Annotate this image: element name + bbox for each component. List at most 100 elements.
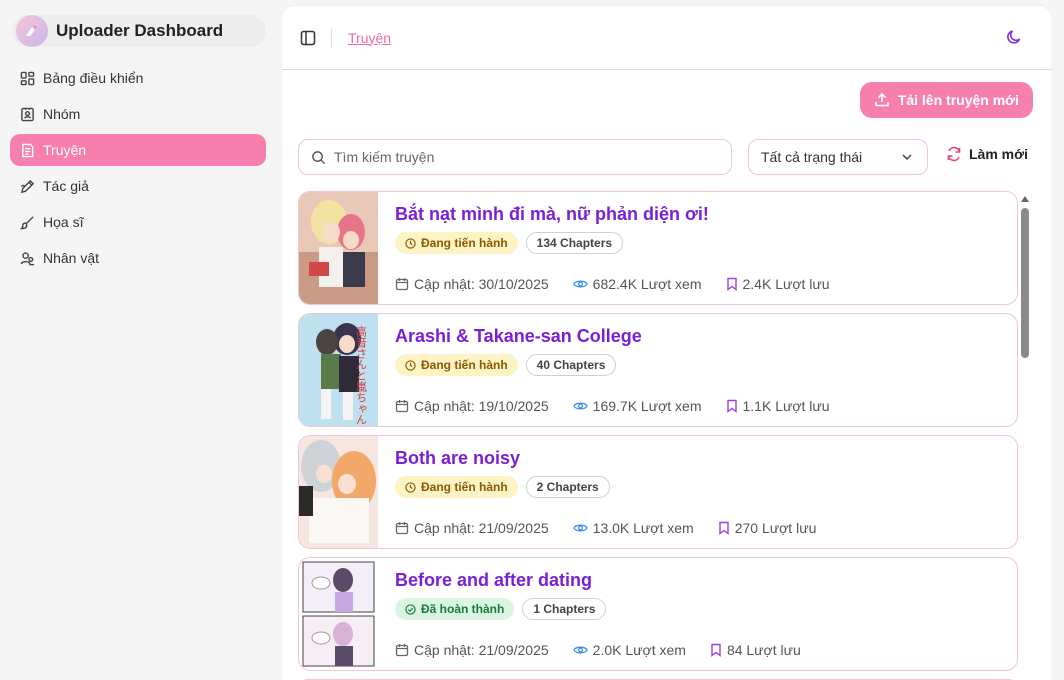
updated-text: Cập nhật: 21/09/2025 [414,642,549,658]
story-cover[interactable] [299,558,378,670]
scroll-up-arrow[interactable] [1021,196,1029,202]
story-meta: Cập nhật: 21/09/2025 13.0K Lượt xem 270 … [395,520,840,536]
window-gutter [1051,0,1064,680]
upload-button-label: Tải lên truyện mới [897,92,1019,108]
calendar-icon [395,521,409,535]
story-title[interactable]: Arashi & Takane-san College [395,326,642,347]
story-meta: Cập nhật: 30/10/2025 682.4K Lượt xem 2.4… [395,276,854,292]
story-cover[interactable] [299,192,378,304]
bookmark-icon [726,399,738,413]
status-text: Đang tiến hành [421,480,508,494]
sidebar-item-characters[interactable]: Nhân vật [10,242,266,274]
sidebar-item-groups[interactable]: Nhóm [10,98,266,130]
chevron-down-icon [902,154,912,161]
story-meta: Cập nhật: 21/09/2025 2.0K Lượt xem 84 Lư… [395,642,825,658]
clock-icon [405,237,416,249]
chapters-badge: 40 Chapters [525,354,617,376]
sidebar-item-label: Họa sĩ [43,214,84,230]
story-badges: Đang tiến hành 134 Chapters [395,232,631,254]
status-badge: Đã hoàn thành [395,598,515,620]
sidebar-item-dashboard[interactable]: Bảng điều khiển [10,62,266,94]
status-select-value: Tất cả trạng thái [761,149,863,165]
story-card[interactable]: Before and after dating Đã hoàn thành 1 … [298,557,1018,671]
brush-icon [19,214,35,230]
brand[interactable]: Uploader Dashboard [12,15,266,47]
divider [331,28,332,47]
search-icon [312,150,326,164]
view-count: 2.0K Lượt xem [572,642,686,658]
book-icon [19,142,35,158]
sidebar-item-stories[interactable]: Truyện [10,134,266,166]
status-text: Đang tiến hành [421,358,508,372]
updated-text: Cập nhật: 21/09/2025 [414,520,549,536]
clock-icon [405,481,416,493]
save-count: 270 Lượt lưu [718,520,817,536]
refresh-label: Làm mới [969,146,1028,162]
status-select[interactable]: Tất cả trạng thái [748,139,928,175]
story-cover[interactable]: 高音さんと嵐ちゃん [299,314,378,426]
story-badges: Đã hoàn thành 1 Chapters [395,598,614,620]
breadcrumb[interactable]: Truyện [348,30,391,46]
story-title[interactable]: Both are noisy [395,448,520,469]
scrollbar-thumb[interactable] [1021,208,1029,358]
story-badges: Đang tiến hành 2 Chapters [395,476,618,498]
eye-icon [572,400,588,412]
upload-story-button[interactable]: Tải lên truyện mới [859,82,1033,118]
story-meta: Cập nhật: 19/10/2025 169.7K Lượt xem 1.1… [395,398,854,414]
bookmark-icon [718,521,730,535]
chapters-badge: 134 Chapters [525,232,624,254]
save-count: 1.1K Lượt lưu [726,398,830,414]
search-box[interactable] [298,139,732,175]
calendar-icon [395,643,409,657]
status-text: Đang tiến hành [421,236,508,250]
updated-text: Cập nhật: 19/10/2025 [414,398,549,414]
bookmark-icon [726,277,738,291]
group-badge-icon [19,106,35,122]
saves-text: 84 Lượt lưu [726,642,801,658]
theme-toggle-button[interactable] [1005,28,1025,48]
saves-text: 270 Lượt lưu [734,520,817,536]
saves-text: 1.1K Lượt lưu [742,398,830,414]
story-card[interactable]: Bắt nạt mình đi mà, nữ phản diện ơi! Đan… [298,191,1018,305]
save-count: 2.4K Lượt lưu [726,276,830,292]
upload-icon [874,92,890,108]
updated-date: Cập nhật: 19/10/2025 [395,398,549,414]
calendar-icon [395,277,409,291]
users-icon [19,250,35,266]
status-badge: Đang tiến hành [395,476,518,498]
top-bar: Truyện [282,6,1051,70]
sidebar-item-authors[interactable]: Tác giả [10,170,266,202]
eye-icon [572,278,588,290]
views-text: 169.7K Lượt xem [592,398,702,414]
updated-date: Cập nhật: 21/09/2025 [395,642,549,658]
story-title[interactable]: Before and after dating [395,570,592,591]
story-list: Bắt nạt mình đi mà, nữ phản diện ơi! Đan… [298,191,1018,680]
updated-date: Cập nhật: 21/09/2025 [395,520,549,536]
sidebar-panel-icon [300,30,316,45]
brand-logo-icon [16,15,48,47]
story-badges: Đang tiến hành 40 Chapters [395,354,624,376]
chapters-badge: 1 Chapters [522,598,607,620]
view-count: 169.7K Lượt xem [572,398,702,414]
toggle-sidebar-button[interactable] [298,28,318,48]
story-title[interactable]: Bắt nạt mình đi mà, nữ phản diện ơi! [395,204,709,225]
cover-title-text: 高音さんと嵐ちゃん [355,325,368,425]
refresh-icon [946,146,962,162]
sidebar-item-label: Bảng điều khiển [43,70,144,86]
view-count: 13.0K Lượt xem [572,520,694,536]
story-card[interactable]: 高音さんと嵐ちゃん Arashi & Takane-san College Đa… [298,313,1018,427]
calendar-icon [395,399,409,413]
chapters-badge: 2 Chapters [525,476,610,498]
dashboard-grid-icon [19,70,35,86]
saves-text: 2.4K Lượt lưu [742,276,830,292]
story-cover[interactable] [299,436,378,548]
moon-icon [1007,30,1021,44]
sidebar-item-artists[interactable]: Họa sĩ [10,206,266,238]
view-count: 682.4K Lượt xem [572,276,702,292]
story-card[interactable]: Both are noisy Đang tiến hành 2 Chapters… [298,435,1018,549]
clock-icon [405,359,416,371]
eye-icon [572,644,588,656]
sidebar-item-label: Tác giả [43,178,89,194]
refresh-button[interactable]: Làm mới [946,146,1028,162]
search-input[interactable] [334,149,714,165]
